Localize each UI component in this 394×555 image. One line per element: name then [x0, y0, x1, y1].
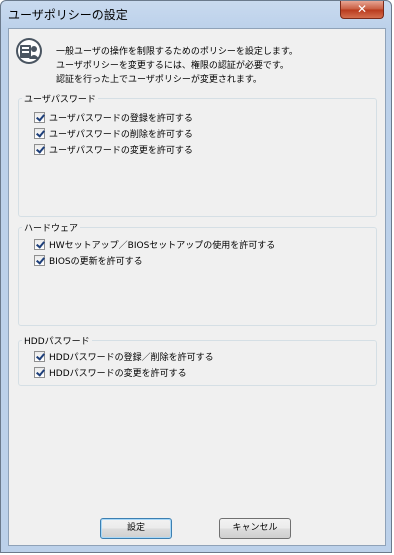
checkbox-bios-update[interactable]: BIOSの更新を許可する — [34, 254, 143, 267]
checkbox-hdd-password-change[interactable]: HDDパスワードの変更を許可する — [34, 366, 187, 379]
window-title: ユーザポリシーの設定 — [8, 8, 128, 22]
checkbox-label: BIOSの更新を許可する — [49, 257, 143, 267]
checkbox[interactable] — [34, 255, 45, 266]
group-user-password: ユーザパスワード ユーザパスワードの登録を許可する ユーザパスワードの削除を許可… — [18, 92, 377, 217]
ok-button[interactable]: 設定 — [100, 518, 172, 539]
dialog-window: ユーザポリシーの設定 ✕ 一般ユーザの操作を制限するためのポリシーを設定します。… — [0, 0, 392, 553]
group-hardware: ハードウェア HWセットアップ／BIOSセットアップの使用を許可する BIOSの… — [18, 221, 377, 326]
description-line: 一般ユーザの操作を制限するためのポリシーを設定します。 — [56, 47, 298, 57]
close-button[interactable]: ✕ — [340, 1, 384, 19]
group-label: ハードウェア — [22, 221, 81, 234]
close-icon: ✕ — [356, 2, 368, 16]
checkbox-label: ユーザパスワードの削除を許可する — [49, 130, 193, 140]
checkbox-label: ユーザパスワードの変更を許可する — [49, 146, 193, 156]
checkbox-user-password-change[interactable]: ユーザパスワードの変更を許可する — [34, 143, 193, 156]
checkbox-label: HDDパスワードの登録／削除を許可する — [49, 353, 214, 363]
checkbox-label: ユーザパスワードの登録を許可する — [49, 114, 193, 124]
checkbox-label: HDDパスワードの変更を許可する — [49, 369, 187, 379]
checkbox[interactable] — [34, 144, 45, 155]
checkbox-hw-bios-setup[interactable]: HWセットアップ／BIOSセットアップの使用を許可する — [34, 238, 275, 251]
checkbox-user-password-register[interactable]: ユーザパスワードの登録を許可する — [34, 111, 193, 124]
title-bar[interactable]: ユーザポリシーの設定 ✕ — [1, 1, 391, 27]
dialog-body: 一般ユーザの操作を制限するためのポリシーを設定します。 ユーザポリシーを変更する… — [8, 28, 386, 546]
group-label: HDDパスワード — [22, 334, 92, 347]
cancel-button[interactable]: キャンセル — [219, 518, 291, 539]
group-hdd-password: HDDパスワード HDDパスワードの登録／削除を許可する HDDパスワードの変更… — [18, 334, 377, 386]
user-policy-icon — [16, 38, 42, 64]
group-label: ユーザパスワード — [22, 92, 98, 105]
description-line: ユーザポリシーを変更するには、権限の認証が必要です。 — [56, 61, 289, 71]
checkbox[interactable] — [34, 112, 45, 123]
checkbox[interactable] — [34, 239, 45, 250]
checkbox[interactable] — [34, 351, 45, 362]
description: 一般ユーザの操作を制限するためのポリシーを設定します。 ユーザポリシーを変更する… — [56, 45, 298, 87]
checkbox-user-password-delete[interactable]: ユーザパスワードの削除を許可する — [34, 127, 193, 140]
checkbox[interactable] — [34, 367, 45, 378]
checkbox-hdd-password-register-delete[interactable]: HDDパスワードの登録／削除を許可する — [34, 350, 214, 363]
checkbox[interactable] — [34, 128, 45, 139]
description-line: 認証を行った上でユーザポリシーが変更されます。 — [56, 75, 262, 85]
checkbox-label: HWセットアップ／BIOSセットアップの使用を許可する — [49, 241, 276, 251]
